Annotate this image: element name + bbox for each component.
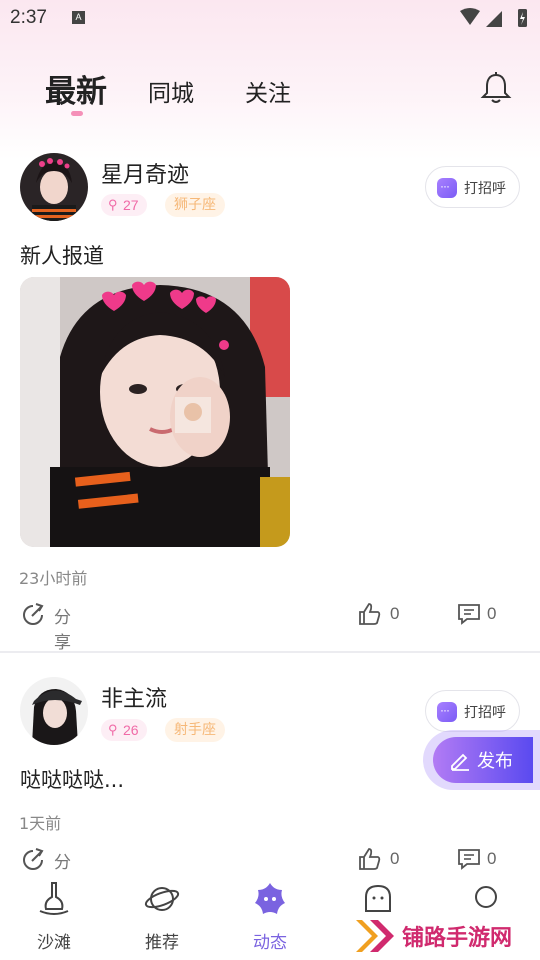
nav-label: 沙滩 [37, 933, 71, 953]
greet-label: 打招呼 [464, 705, 506, 721]
watermark-logo-icon [356, 920, 394, 952]
tab-latest[interactable]: 最新 [45, 66, 107, 111]
star-face-icon [255, 883, 285, 914]
shovel-icon [39, 882, 69, 915]
key-icon: ⚲ [108, 722, 118, 737]
level-badge: ⚲ 27 [101, 194, 147, 216]
chat-bubble-icon [437, 178, 457, 198]
chat-bubble-icon [437, 702, 457, 722]
greet-button[interactable]: 打招呼 [425, 166, 520, 208]
comment-icon [458, 604, 480, 625]
bell-icon[interactable] [478, 70, 514, 106]
comment-button[interactable]: 0 [457, 845, 517, 875]
publish-label: 发布 [477, 751, 513, 772]
notification-icon: A [72, 11, 85, 24]
thumbs-up-icon [359, 603, 381, 625]
greet-button[interactable]: 打招呼 [425, 690, 520, 732]
post-timestamp: 23小时前 [19, 569, 88, 588]
username[interactable]: 星月奇迹 [101, 157, 189, 189]
comment-count: 0 [487, 604, 497, 623]
status-icons [460, 8, 527, 27]
username[interactable]: 非主流 [101, 681, 167, 713]
signal-icon [486, 11, 502, 27]
status-bar: 2:37 A [0, 0, 540, 36]
share-label: 分享 [54, 608, 71, 653]
tab-following[interactable]: 关注 [245, 74, 291, 108]
like-count: 0 [390, 849, 400, 868]
post-image[interactable] [20, 277, 290, 547]
divider [0, 651, 540, 653]
feed-tabs: 最新 同城 关注 [0, 60, 540, 120]
comment-button[interactable]: 0 [457, 600, 517, 630]
publish-button[interactable]: 发布 [433, 737, 533, 783]
edit-icon [451, 753, 469, 771]
avatar[interactable] [20, 153, 88, 221]
share-icon [23, 603, 44, 625]
share-icon [23, 848, 44, 870]
wifi-icon [460, 8, 480, 25]
watermark: 铺路手游网 [352, 910, 540, 960]
tab-nearby[interactable]: 同城 [148, 74, 194, 108]
post-text: 新人报道 [20, 244, 104, 268]
like-button[interactable]: 0 [358, 600, 418, 630]
comment-count: 0 [487, 849, 497, 868]
like-button[interactable]: 0 [358, 845, 418, 875]
status-time: 2:37 [10, 7, 47, 28]
nav-label: 推荐 [145, 933, 179, 953]
nav-item-feed[interactable]: 动态 [216, 875, 324, 960]
comment-icon [458, 849, 480, 870]
greet-label: 打招呼 [464, 181, 506, 197]
thumbs-up-icon [359, 848, 381, 870]
zodiac-badge: 射手座 [165, 718, 225, 742]
post-timestamp: 1天前 [19, 814, 62, 833]
key-icon: ⚲ [108, 197, 118, 212]
zodiac-badge: 狮子座 [165, 193, 225, 217]
nav-item-recommend[interactable]: 推荐 [108, 875, 216, 960]
nav-item-beach[interactable]: 沙滩 [0, 875, 108, 960]
avatar[interactable] [20, 677, 88, 745]
post-text: 哒哒哒哒... [20, 768, 125, 792]
watermark-text: 铺路手游网 [402, 926, 513, 951]
like-count: 0 [390, 604, 400, 623]
level-value: 27 [123, 197, 139, 213]
level-value: 26 [123, 722, 139, 738]
level-badge: ⚲ 26 [101, 719, 147, 741]
active-tab-indicator [71, 111, 83, 116]
planet-icon [144, 887, 180, 911]
nav-label: 动态 [253, 933, 287, 953]
